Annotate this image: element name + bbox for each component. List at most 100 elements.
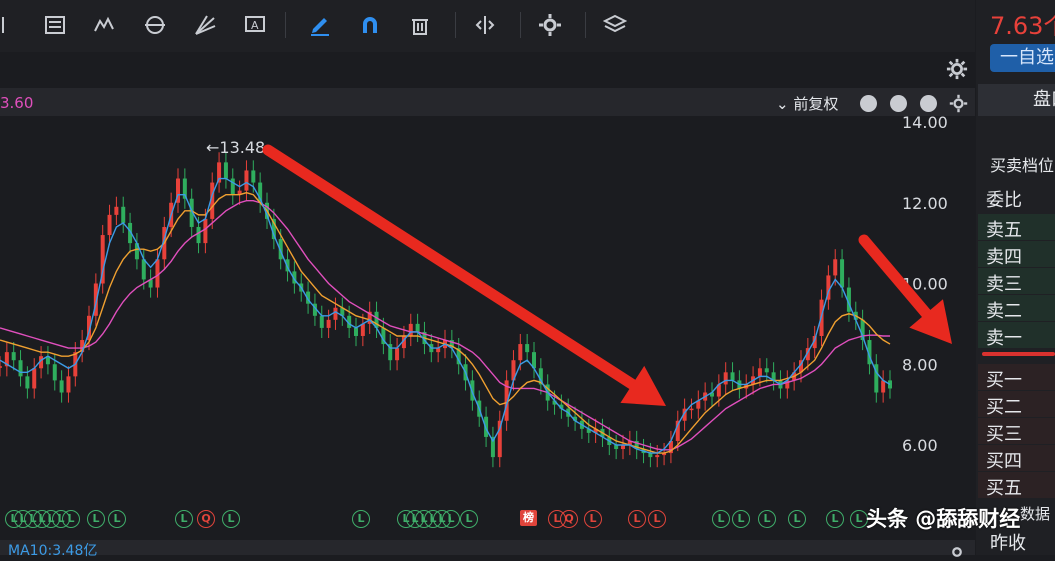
section-orderbook: 买卖档位 bbox=[990, 156, 1055, 175]
toolbar-separator bbox=[285, 12, 286, 38]
ask-label: 卖二 bbox=[986, 301, 1022, 322]
candle-body bbox=[196, 226, 201, 244]
candle-body bbox=[881, 380, 886, 393]
candle-body bbox=[141, 259, 146, 280]
bid-label: 买五 bbox=[986, 478, 1022, 499]
ask-label: 卖一 bbox=[986, 328, 1022, 349]
adjust-label: 前复权 bbox=[793, 95, 839, 113]
candle-body bbox=[32, 368, 37, 389]
text-annotation-icon[interactable]: A bbox=[240, 10, 270, 40]
candle-body bbox=[52, 364, 57, 381]
candle-body bbox=[415, 323, 420, 332]
spread-divider bbox=[982, 352, 1055, 356]
event-marker[interactable]: L bbox=[648, 510, 666, 528]
bid-label: 买四 bbox=[986, 451, 1022, 472]
zigzag-line-icon[interactable] bbox=[90, 10, 120, 40]
event-marker[interactable]: L bbox=[628, 510, 646, 528]
gear-icon[interactable] bbox=[946, 58, 968, 80]
indicator-gear-icon[interactable] bbox=[948, 543, 966, 561]
candle-body bbox=[114, 206, 119, 215]
ma-value: 3.60 bbox=[0, 94, 34, 112]
candle-body bbox=[18, 360, 23, 377]
candle-body bbox=[251, 170, 256, 183]
candle-body bbox=[723, 372, 728, 385]
candle-body bbox=[518, 344, 523, 361]
candle-body bbox=[840, 259, 845, 288]
circle-tool-icon[interactable] bbox=[140, 10, 170, 40]
current-price: 7.63个 bbox=[990, 12, 1055, 40]
bid-label: 买三 bbox=[986, 424, 1022, 445]
candle-body bbox=[66, 376, 71, 393]
bottom-indicator-bar bbox=[0, 540, 975, 555]
candle-body bbox=[354, 327, 358, 336]
event-marker[interactable]: Q bbox=[197, 510, 215, 528]
event-marker[interactable]: L bbox=[826, 510, 844, 528]
candle-body bbox=[11, 352, 16, 361]
ask-label: 卖四 bbox=[986, 247, 1022, 268]
candle-body bbox=[757, 368, 762, 377]
y-tick-label: 14.00 bbox=[902, 116, 948, 132]
event-marker[interactable]: L bbox=[108, 510, 126, 528]
kline-chart[interactable]: 14.0012.0010.008.006.00←13.48 bbox=[0, 116, 975, 506]
event-marker[interactable]: L bbox=[87, 510, 105, 528]
text-grid-icon[interactable] bbox=[40, 10, 70, 40]
candle-body bbox=[59, 380, 64, 393]
weibi-label: 委比 bbox=[986, 190, 1022, 211]
svg-text:A: A bbox=[251, 19, 259, 32]
candle-body bbox=[525, 344, 530, 353]
event-marker[interactable]: Q bbox=[560, 510, 578, 528]
tab-pankou[interactable]: 盘口 bbox=[978, 84, 1055, 116]
candle-body bbox=[395, 348, 400, 361]
zoom-in-icon[interactable] bbox=[890, 95, 907, 112]
magnet-icon[interactable] bbox=[355, 10, 385, 40]
event-marker[interactable]: L bbox=[758, 510, 776, 528]
toolbar-separator bbox=[585, 12, 586, 38]
candle-body bbox=[203, 218, 208, 244]
event-marker[interactable]: L bbox=[442, 510, 460, 528]
layers-icon[interactable] bbox=[600, 10, 630, 40]
event-markers-row: LLLLLLLLLLQLLLLLLLLL榜LQLLLLLLLLL bbox=[0, 510, 975, 538]
candle-body bbox=[107, 214, 112, 236]
fan-lines-icon[interactable] bbox=[190, 10, 220, 40]
trash-icon[interactable] bbox=[405, 10, 435, 40]
downtrend-arrow-main-shaft bbox=[262, 144, 638, 390]
ask-label: 卖五 bbox=[986, 220, 1022, 241]
candle-body bbox=[0, 366, 2, 368]
candle-body bbox=[655, 455, 660, 458]
gear-icon[interactable] bbox=[535, 10, 565, 40]
event-marker[interactable]: L bbox=[352, 510, 370, 528]
event-marker[interactable]: L bbox=[222, 510, 240, 528]
candle-body bbox=[730, 372, 735, 381]
candle-body bbox=[121, 206, 126, 223]
pen-icon[interactable] bbox=[305, 10, 335, 40]
zoom-out-icon[interactable] bbox=[860, 95, 877, 112]
adjust-dropdown[interactable]: ⌄ 前复权 bbox=[776, 93, 838, 114]
bid-label: 买一 bbox=[986, 370, 1022, 391]
minimize-icon[interactable] bbox=[920, 95, 937, 112]
event-marker[interactable]: L bbox=[460, 510, 478, 528]
chart-settings-icon[interactable] bbox=[949, 94, 968, 113]
ma5-line bbox=[0, 177, 891, 454]
event-marker[interactable]: L bbox=[732, 510, 750, 528]
candle-body bbox=[833, 259, 838, 276]
ask-label: 卖三 bbox=[986, 274, 1022, 295]
add-watchlist-button[interactable]: 一自选 bbox=[990, 44, 1055, 72]
event-marker[interactable]: 榜 bbox=[520, 510, 537, 526]
candle-body bbox=[333, 307, 338, 320]
candle-body bbox=[25, 376, 30, 389]
y-tick-label: 6.00 bbox=[902, 436, 938, 455]
candle-body bbox=[223, 162, 228, 179]
event-marker[interactable]: L bbox=[584, 510, 602, 528]
candle-body bbox=[360, 323, 365, 336]
ma10-volume-label: MA10:3.48亿 bbox=[8, 543, 98, 559]
chevron-down-icon: ⌄ bbox=[776, 95, 794, 113]
event-marker[interactable]: L bbox=[62, 510, 80, 528]
watermark: 头条 @舔舔财经 bbox=[866, 507, 1021, 531]
split-icon[interactable] bbox=[470, 10, 500, 40]
event-marker[interactable]: L bbox=[175, 510, 193, 528]
event-marker[interactable]: L bbox=[712, 510, 730, 528]
bar-chart-icon[interactable] bbox=[0, 10, 22, 40]
event-marker[interactable]: L bbox=[788, 510, 806, 528]
toolbar-separator bbox=[455, 12, 456, 38]
candle-body bbox=[689, 408, 694, 411]
